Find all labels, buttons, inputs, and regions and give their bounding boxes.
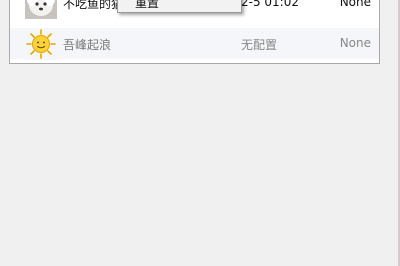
account-name: 吾峰起浪 <box>63 38 112 52</box>
account-time: 2-5 01:02 <box>241 0 299 9</box>
menu-item-reset[interactable]: 重置 <box>135 0 159 11</box>
smiling-sun-avatar <box>25 28 57 60</box>
account-config: None <box>339 36 371 50</box>
account-time: 无配置 <box>241 38 278 52</box>
account-name: 不吃鱼的猫 <box>63 0 124 11</box>
context-menu: 重置 <box>117 0 242 13</box>
list-row[interactable]: 吾峰起浪 无配置 None <box>10 28 379 60</box>
account-config: None <box>339 0 371 9</box>
white-dog-avatar <box>25 0 57 19</box>
